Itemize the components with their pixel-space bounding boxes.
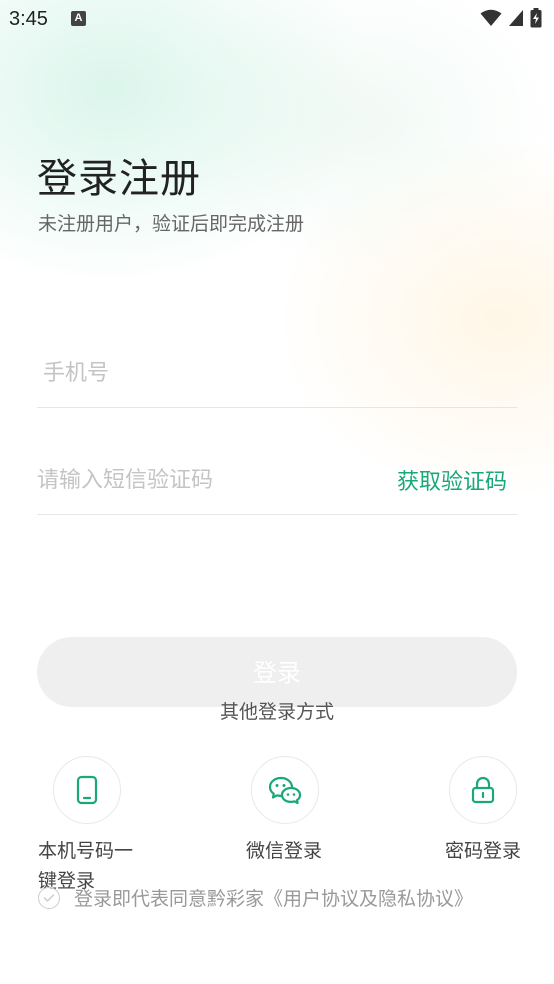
user-agreement-link[interactable]: 《用户协议及隐私协议》 [264, 888, 473, 910]
page-subtitle: 未注册用户，验证后即完成注册 [38, 213, 305, 235]
status-time: 3:45 [9, 8, 48, 30]
code-field-row: 获取验证码 [37, 452, 517, 515]
other-login-title: 其他登录方式 [219, 701, 334, 723]
a-notification-icon: A [71, 11, 86, 26]
agreement-row: 登录即代表同意黔彩家《用户协议及隐私协议》 [38, 884, 473, 911]
phone-field-row [37, 345, 517, 408]
check-icon [43, 893, 55, 902]
phone-icon [76, 775, 98, 805]
page-title: 登录注册 [37, 156, 201, 202]
wechat-icon [268, 776, 302, 805]
lock-icon [471, 776, 495, 804]
agreement-checkbox[interactable] [38, 886, 60, 909]
password-login-label: 密码登录 [444, 840, 521, 862]
phone-input[interactable] [43, 353, 373, 393]
status-icons [480, 8, 542, 28]
agreement-prefix: 登录即代表同意黔彩家 [74, 888, 265, 910]
battery-charging-icon [530, 8, 542, 28]
wechat-login-button[interactable] [251, 756, 319, 824]
cell-signal-icon [509, 10, 523, 26]
password-login-button[interactable] [449, 756, 517, 824]
wifi-icon [480, 9, 502, 26]
wechat-login-label: 微信登录 [245, 840, 322, 862]
get-code-button[interactable]: 获取验证码 [397, 464, 507, 496]
agreement-text: 登录即代表同意黔彩家《用户协议及隐私协议》 [74, 884, 473, 911]
local-phone-login-button[interactable] [53, 756, 121, 824]
sms-code-input[interactable] [37, 460, 367, 500]
